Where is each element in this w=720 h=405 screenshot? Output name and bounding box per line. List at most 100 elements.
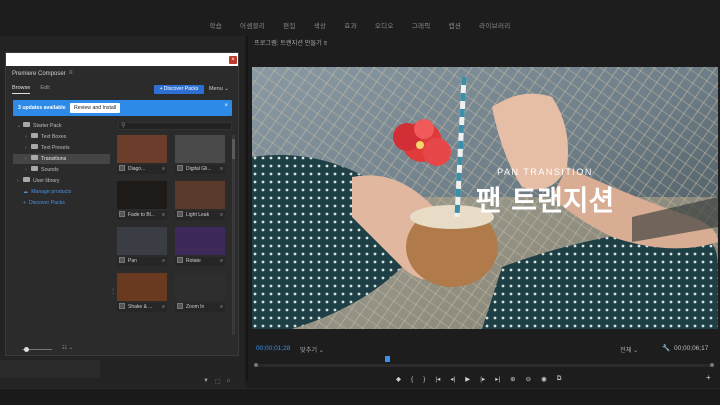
workspace-tab[interactable]: 캡션 <box>440 20 471 30</box>
zoom-row: ☷ ⌄ <box>14 345 114 355</box>
wrench-icon[interactable]: 🔧 <box>662 344 670 352</box>
preset-thumbnail[interactable] <box>117 227 167 255</box>
preset-card[interactable]: Diago... ≡ <box>117 135 167 175</box>
preset-thumbnail[interactable] <box>117 273 167 301</box>
preset-label-row: Rotate ≡ <box>175 256 225 266</box>
discover-packs-button[interactable]: + Discover Packs <box>154 85 204 94</box>
scroll-thumb[interactable] <box>232 139 235 159</box>
preset-label: Pan <box>128 258 137 264</box>
home-icon[interactable]: ⌂ <box>227 378 231 385</box>
workspace-tab[interactable]: 색상 <box>305 20 336 30</box>
tree-item[interactable]: › Sounds <box>13 165 110 175</box>
tab-browse[interactable]: Browse <box>12 85 31 94</box>
overwrite-icon[interactable]: ⊖ <box>526 375 531 383</box>
go-to-out-icon[interactable]: ▸| <box>495 375 500 383</box>
more-icon[interactable]: ≡ <box>220 257 223 266</box>
export-frame-icon[interactable]: ◉ <box>541 375 547 383</box>
category-tree: ⌄ Starter Pack › Text Boxes › Text Presets › Tr… <box>13 121 110 341</box>
timeline-ruler[interactable] <box>256 364 712 367</box>
more-icon[interactable]: ≡ <box>162 257 165 266</box>
mark-out-icon[interactable]: } <box>423 376 425 383</box>
mark-in-icon[interactable]: { <box>411 376 413 383</box>
tab-edit[interactable]: Edit <box>40 85 49 94</box>
panel-divider[interactable] <box>246 36 248 381</box>
tree-item[interactable]: › User library <box>13 176 110 186</box>
add-button[interactable]: + <box>706 373 711 382</box>
insert-icon[interactable]: ⊕ <box>510 375 515 383</box>
preset-card[interactable]: Fade to Bl... ≡ <box>117 181 167 221</box>
preset-thumbnail[interactable] <box>117 319 167 347</box>
workspace-tab[interactable]: 학습 <box>200 20 231 30</box>
preset-card[interactable]: Pan ≡ <box>117 227 167 267</box>
zoom-slider-knob[interactable] <box>24 347 29 352</box>
comparison-view-icon[interactable]: ⧉ <box>557 375 562 383</box>
more-icon[interactable]: ≡ <box>220 211 223 220</box>
playhead[interactable] <box>385 356 390 362</box>
tree-item[interactable]: › Text Boxes <box>13 132 110 142</box>
folder-icon <box>23 177 30 183</box>
preset-thumbnail[interactable] <box>175 273 225 301</box>
preset-card[interactable] <box>117 319 167 359</box>
panel-menu-icon[interactable]: ≡ <box>69 70 73 76</box>
composer-titlebar[interactable]: × <box>6 53 238 66</box>
transport-controls: ◆ {} |◂ ◂| ▶ |▸ ▸| ⊕ ⊖ ◉ ⧉ <box>396 374 561 384</box>
workspace-tab[interactable]: 어셈블리 <box>231 20 274 30</box>
folder-icon <box>31 155 38 161</box>
step-forward-icon[interactable]: |▸ <box>480 375 485 383</box>
workspace-tab[interactable]: 오디오 <box>366 20 403 30</box>
more-icon[interactable]: ≡ <box>162 211 165 220</box>
more-icon[interactable]: ≡ <box>220 165 223 174</box>
tree-item-label: Manage products <box>31 189 72 195</box>
bottom-tools: ▼ ⬚ ⌂ <box>203 378 230 385</box>
preset-card[interactable]: Shake & ... ≡ <box>117 273 167 313</box>
workspace-tab[interactable]: 라이브러리 <box>470 20 519 30</box>
preset-thumbnail[interactable] <box>117 181 167 209</box>
splitter-handle[interactable]: ⋮ <box>110 288 116 295</box>
tree-item[interactable]: ⌄ Starter Pack <box>13 121 110 131</box>
preset-card[interactable]: Rotate ≡ <box>175 227 225 267</box>
workspace-tab[interactable]: 편집 <box>274 20 305 30</box>
select-icon[interactable]: ⬚ <box>215 378 221 385</box>
workspace-tab[interactable]: 효과 <box>335 20 366 30</box>
preset-thumbnail[interactable] <box>175 227 225 255</box>
fit-dropdown[interactable]: 맞추기 ⌄ <box>300 345 324 354</box>
current-timecode[interactable]: 00;00;01;28 <box>256 345 290 352</box>
preset-card[interactable]: Light Leak ≡ <box>175 181 225 221</box>
more-icon[interactable]: ≡ <box>162 303 165 312</box>
plus-icon: + <box>23 200 27 206</box>
review-install-button[interactable]: Review and Install <box>70 103 121 113</box>
preset-thumbnail[interactable] <box>175 135 225 163</box>
play-icon[interactable]: ▶ <box>465 375 470 383</box>
tree-item[interactable]: ☁ Manage products <box>13 187 110 197</box>
preset-card[interactable]: Digital Gli... ≡ <box>175 135 225 175</box>
preset-thumbnail[interactable] <box>117 135 167 163</box>
preset-thumbnail[interactable] <box>175 181 225 209</box>
view-toggle[interactable]: ☷ ⌄ <box>62 345 73 351</box>
preset-type-icon <box>119 302 125 309</box>
tree-item[interactable]: › Text Presets <box>13 143 110 153</box>
marker-icon[interactable]: ◆ <box>396 375 401 383</box>
preset-label-row: Light Leak ≡ <box>175 210 225 220</box>
tree-item[interactable]: + Discover Packs <box>13 198 110 208</box>
menu-dropdown[interactable]: Menu ⌄ <box>209 86 229 92</box>
close-icon[interactable]: × <box>229 56 237 64</box>
preset-card[interactable]: Zoom In ≡ <box>175 273 225 313</box>
tree-item-label: Discover Packs <box>29 200 65 206</box>
overlay-small-title: PAN TRANSITION <box>497 167 593 177</box>
workspace-tab[interactable]: 그래픽 <box>403 20 440 30</box>
go-to-in-icon[interactable]: |◂ <box>435 375 440 383</box>
more-icon[interactable]: ≡ <box>220 303 223 312</box>
search-input[interactable]: ⚲ <box>118 122 232 130</box>
filter-icon[interactable]: ▼ <box>203 378 209 385</box>
resolution-dropdown[interactable]: 전체 ⌄ <box>620 345 638 354</box>
folder-icon <box>23 122 30 128</box>
ruler-left-handle[interactable] <box>254 363 258 367</box>
preset-label-row: Digital Gli... ≡ <box>175 164 225 174</box>
tree-item-label: Transitions <box>41 156 67 162</box>
more-icon[interactable]: ≡ <box>162 165 165 174</box>
ruler-right-handle[interactable] <box>710 363 714 367</box>
step-back-icon[interactable]: ◂| <box>450 375 455 383</box>
tree-item[interactable]: › Transitions <box>13 154 110 164</box>
scrollbar[interactable] <box>232 135 235 335</box>
close-icon[interactable]: × <box>224 103 228 109</box>
